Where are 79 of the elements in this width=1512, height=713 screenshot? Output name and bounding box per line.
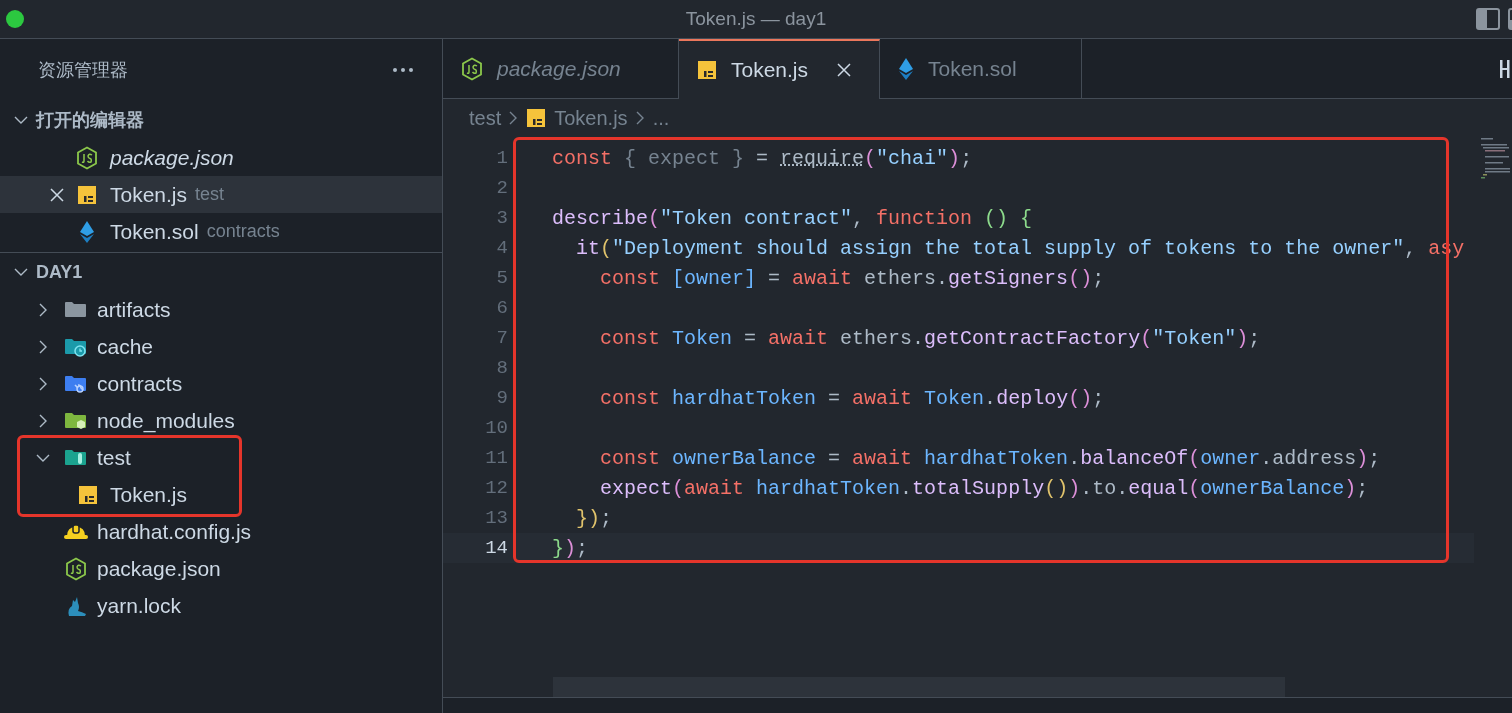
breadcrumb-item[interactable]: Token.js: [554, 106, 628, 130]
section-title[interactable]: 打开的编辑器: [36, 108, 144, 132]
close-icon[interactable]: [49, 186, 65, 203]
code-line: const ownerBalance = await hardhatToken.balanceOf(owner.address);: [599, 446, 1381, 470]
js-file-icon: [697, 60, 717, 80]
code-line: const Token = await ethers.getContractFactory("Token");: [599, 326, 1261, 350]
code-line: const { expect } = require("chai");: [552, 146, 973, 170]
line-number: 9: [495, 387, 508, 409]
window-control[interactable]: [6, 10, 24, 28]
sidebar-title: 资源管理器: [38, 59, 128, 82]
scrollbar[interactable]: [553, 677, 1285, 697]
js-file-icon: [526, 108, 547, 128]
window-title: Token.js — day1: [685, 8, 827, 30]
code-line: describe("Token contract", function () {: [552, 206, 1033, 230]
line-number: 6: [495, 297, 508, 319]
line-number: 3: [495, 207, 508, 229]
code-line: const [owner] = await ethers.getSigners();: [599, 266, 1105, 290]
chevron-down-icon[interactable]: [14, 267, 28, 277]
chevron-right-icon[interactable]: [38, 339, 48, 354]
js-file-icon: [78, 484, 98, 505]
nodejs-hexagon-icon: [65, 556, 87, 581]
line-number: 12: [484, 477, 508, 499]
chevron-right-icon: [509, 111, 519, 125]
line-number: 1: [495, 147, 508, 169]
line-number: 5: [495, 267, 508, 289]
file-name[interactable]: yarn.lock: [97, 593, 182, 618]
folder-icon: [64, 299, 88, 320]
open-editor-item[interactable]: package.json: [0, 139, 442, 176]
line-number: 13: [484, 507, 508, 529]
file-name[interactable]: Token.sol: [110, 219, 199, 244]
code-line: const hardhatToken = await Token.deploy();: [599, 386, 1105, 410]
line-number: 11: [484, 447, 508, 469]
chevron-right-icon: [635, 111, 645, 125]
file-name[interactable]: Token.js: [110, 482, 188, 507]
chevron-down-icon[interactable]: [14, 115, 28, 125]
chevron-right-icon[interactable]: [38, 413, 48, 428]
editor-tab[interactable]: Token.js: [679, 39, 880, 99]
ethereum-diamond-icon: [79, 219, 95, 244]
folder-name[interactable]: contracts: [97, 371, 183, 396]
open-editor-item[interactable]: Token.js test: [0, 176, 442, 213]
more-icon[interactable]: [392, 67, 414, 73]
chevron-down-icon[interactable]: [36, 452, 50, 463]
file-name[interactable]: Token.js: [110, 182, 188, 207]
close-icon[interactable]: [836, 62, 853, 78]
file-name[interactable]: package.json: [97, 556, 221, 581]
file-name[interactable]: package.json: [110, 145, 234, 170]
file-name[interactable]: hardhat.config.js: [97, 519, 252, 544]
line-number: 4: [495, 237, 508, 259]
folder-name[interactable]: artifacts: [97, 297, 171, 322]
open-editor-item[interactable]: Token.sol contracts: [0, 213, 442, 250]
test-tube-folder-icon: [64, 447, 88, 468]
folder-name[interactable]: node_modules: [97, 408, 235, 433]
line-number: 2: [495, 177, 508, 199]
code-line: });: [575, 506, 613, 530]
chevron-right-icon[interactable]: [38, 302, 48, 317]
nodejs-hexagon-icon: [461, 56, 483, 81]
line-number: 14: [484, 537, 508, 559]
code-line: expect(await hardhatToken.totalSupply()).to.equal(ownerBalance);: [599, 476, 1369, 500]
section-title[interactable]: DAY1: [36, 261, 83, 283]
link-folder-icon: [64, 373, 88, 394]
nodejs-hexagon-icon: [76, 145, 98, 170]
folder-hint: test: [195, 184, 225, 205]
chevron-right-icon[interactable]: [38, 376, 48, 391]
sidebar-toggle-icon[interactable]: [1476, 8, 1500, 30]
breadcrumb-item[interactable]: ...: [652, 106, 670, 130]
js-file-icon: [77, 184, 97, 205]
folder-name[interactable]: test: [97, 445, 131, 470]
hard-hat-icon: [63, 522, 89, 541]
line-number: 7: [495, 327, 508, 349]
folder-hint: contracts: [206, 221, 280, 242]
split-editor-icon[interactable]: [1500, 57, 1512, 80]
folder-name[interactable]: cache: [97, 334, 154, 359]
line-number: 10: [484, 417, 508, 439]
ethereum-diamond-icon: [898, 56, 914, 81]
code-line: });: [552, 536, 589, 560]
line-number: 8: [495, 357, 508, 379]
clock-folder-icon: [64, 336, 88, 357]
breadcrumb-item[interactable]: test: [469, 106, 502, 130]
hexagon-folder-icon: [64, 410, 88, 431]
